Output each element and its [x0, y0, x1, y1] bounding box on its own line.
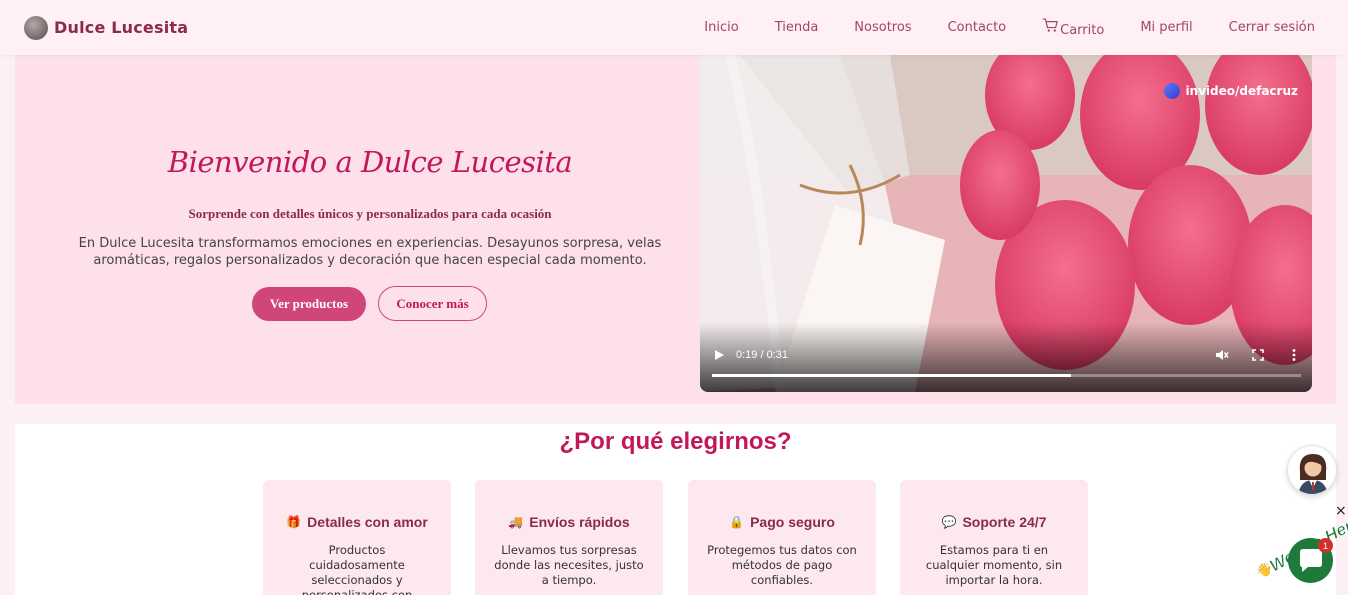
nav-link-carrito[interactable]: Carrito	[1042, 17, 1105, 38]
feature-card: 💬 Soporte 24/7 Estamos para ti en cualqu…	[900, 480, 1088, 595]
invideo-logo-icon	[1164, 83, 1181, 99]
nav-links: Inicio Tienda Nosotros Contacto Carrito …	[668, 0, 1315, 55]
nav-link-carrito-label: Carrito	[1060, 22, 1105, 38]
top-navbar: Dulce Lucesita Inicio Tienda Nosotros Co…	[0, 0, 1348, 55]
feature-card-text: Estamos para ti en cualquier momento, si…	[925, 543, 1063, 587]
cart-icon	[1042, 17, 1059, 32]
more-options-icon[interactable]	[1287, 348, 1301, 362]
nav-link-contacto[interactable]: Contacto	[948, 20, 1007, 35]
feature-card-title: Envíos rápidos	[529, 514, 630, 530]
nav-link-inicio[interactable]: Inicio	[704, 20, 738, 35]
why-us-title: ¿Por qué elegirnos?	[559, 428, 792, 455]
video-progress-fill	[712, 374, 1072, 377]
support-agent-avatar[interactable]	[1287, 445, 1337, 495]
feature-card: 🎁 Detalles con amor Productos cuidadosam…	[263, 480, 451, 595]
feature-card-title: Pago seguro	[750, 514, 835, 530]
brand-name: Dulce Lucesita	[54, 18, 189, 37]
video-time: 0:19 / 0:31	[736, 349, 788, 361]
play-icon[interactable]	[713, 349, 725, 361]
nav-link-tienda[interactable]: Tienda	[775, 20, 819, 35]
conocer-mas-button[interactable]: Conocer más	[378, 286, 487, 321]
feature-card-text: Llevamos tus sorpresas donde las necesit…	[494, 543, 644, 587]
hero-description: En Dulce Lucesita transformamos emocione…	[78, 236, 662, 268]
fullscreen-icon[interactable]	[1251, 348, 1265, 362]
lock-icon: 🔒	[729, 515, 745, 529]
video-watermark: invideo/defacruz	[1164, 83, 1298, 99]
hero-video[interactable]: invideo/defacruz 0:19 / 0:31	[700, 55, 1312, 392]
nav-link-mi-perfil[interactable]: Mi perfil	[1140, 20, 1192, 35]
gift-icon: 🎁	[286, 515, 302, 529]
hero-title: Bienvenido a Dulce Lucesita	[167, 145, 573, 179]
feature-card-text: Productos cuidadosamente seleccionados y…	[301, 543, 413, 595]
hand-icon: 👋	[1256, 562, 1272, 578]
feature-card-title: Detalles con amor	[307, 514, 428, 530]
ver-productos-button[interactable]: Ver productos	[252, 287, 366, 321]
feature-card-title: Soporte 24/7	[962, 514, 1047, 530]
speech-bubble-icon: 💬	[941, 515, 957, 529]
feature-card: 🔒 Pago seguro Protegemos tus datos con m…	[688, 480, 876, 595]
logo-icon	[24, 15, 48, 40]
chat-notification-badge: 1	[1318, 538, 1333, 553]
agent-avatar-icon	[1298, 454, 1328, 494]
video-watermark-text: invideo/defacruz	[1185, 84, 1298, 98]
video-progress-bar[interactable]	[712, 374, 1301, 377]
truck-icon: 🚚	[508, 515, 524, 529]
nav-link-nosotros[interactable]: Nosotros	[854, 20, 911, 35]
feature-card: 🚚 Envíos rápidos Llevamos tus sorpresas …	[475, 480, 663, 595]
why-us-section: ¿Por qué elegirnos? 🎁 Detalles con amor …	[15, 424, 1336, 595]
hero-subtitle: Sorprende con detalles únicos y personal…	[188, 206, 552, 221]
nav-link-cerrar-sesion[interactable]: Cerrar sesión	[1229, 20, 1315, 35]
brand[interactable]: Dulce Lucesita	[24, 15, 189, 40]
feature-card-text: Protegemos tus datos con métodos de pago…	[707, 543, 857, 587]
mute-icon[interactable]	[1215, 348, 1229, 362]
